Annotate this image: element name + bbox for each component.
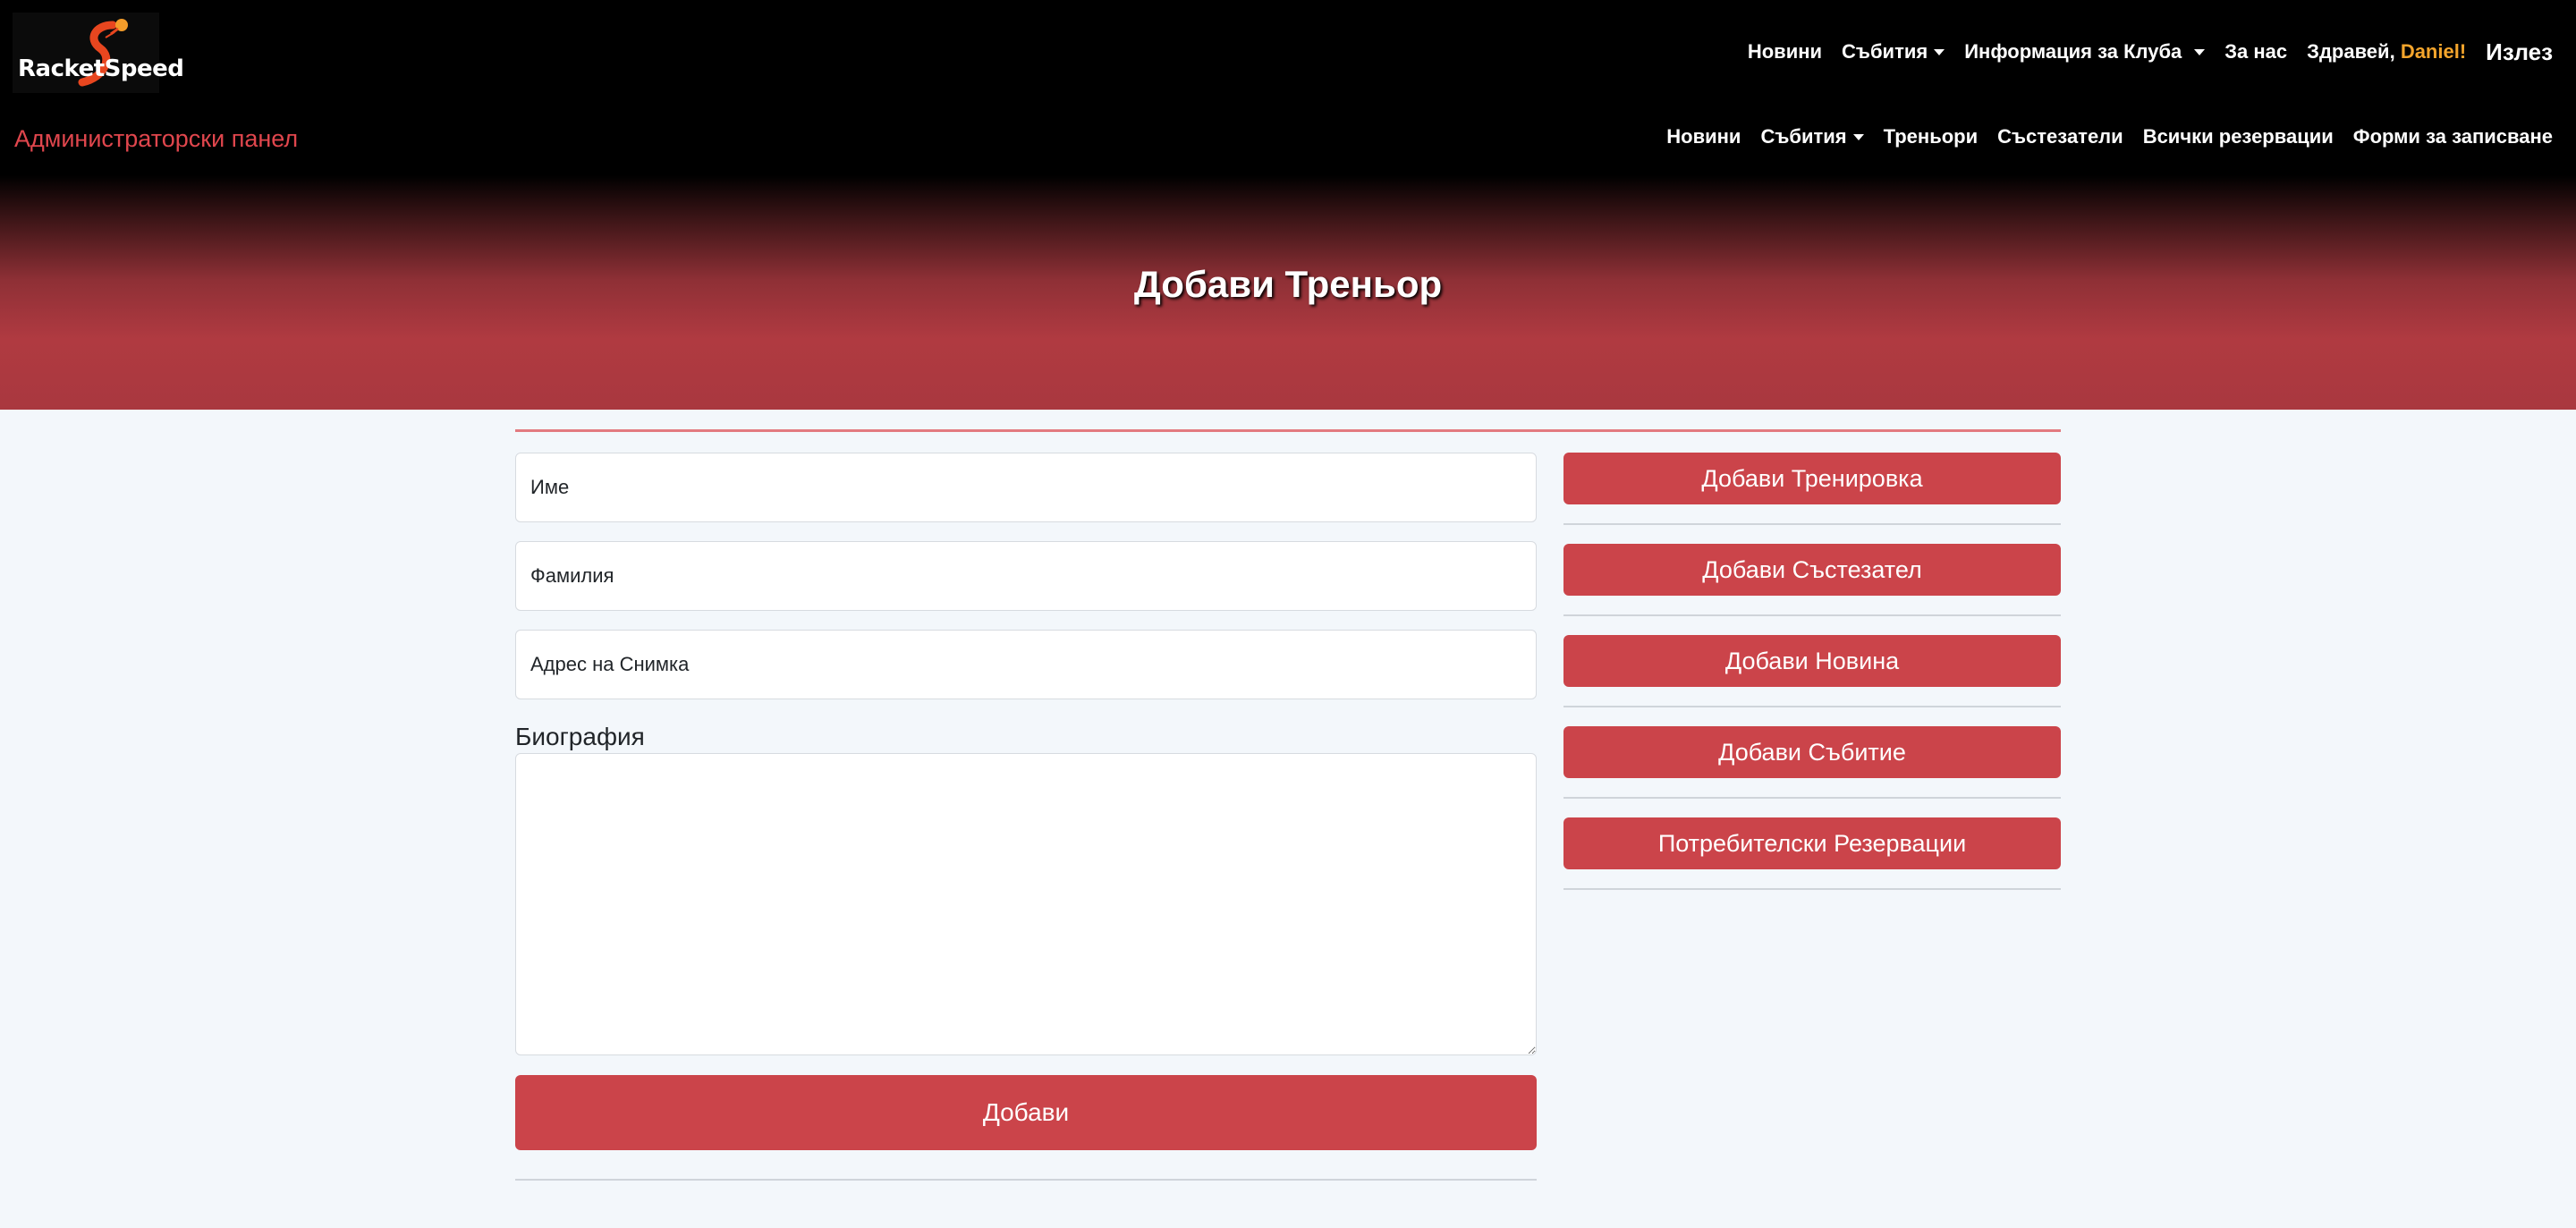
admin-nav-signup-forms[interactable]: Форми за записване (2353, 125, 2553, 148)
photo-url-field[interactable] (515, 630, 1537, 699)
admin-panel-title[interactable]: Администраторски панел (14, 125, 298, 153)
admin-nav-coaches-label: Треньори (1883, 125, 1979, 148)
top-nav-news-label: Новини (1747, 40, 1823, 63)
admin-nav-news-label: Новини (1666, 125, 1741, 148)
logout-link[interactable]: Излез (2486, 38, 2553, 66)
top-nav-events-dropdown[interactable]: Събития (1842, 40, 1945, 64)
form-divider (515, 1179, 1537, 1181)
admin-nav-links: Новини Събития Треньори Състезатели Всич… (1647, 125, 2553, 148)
top-nav-links: Новини Събития Информация за Клуба За на… (1728, 36, 2553, 68)
biography-textarea[interactable] (515, 753, 1537, 1055)
admin-nav-competitors-label: Състезатели (1997, 125, 2123, 148)
top-nav-about-label: За нас (2224, 40, 2288, 63)
top-navbar: RacketSpeed Новини Събития Информация за… (0, 0, 2576, 106)
admin-nav-coaches[interactable]: Треньори (1884, 125, 1979, 148)
caret-down-icon (2194, 48, 2206, 55)
biography-label: Биография (515, 723, 645, 750)
section-divider (515, 429, 2061, 432)
top-nav-about[interactable]: За нас (2224, 40, 2287, 64)
admin-nav-all-reservations[interactable]: Всички резервации (2143, 125, 2334, 148)
sidebar-divider (1563, 523, 2061, 525)
hero-banner: Добави Треньор (0, 175, 2576, 410)
caret-down-icon (1852, 133, 1864, 140)
add-training-button[interactable]: Добави Тренировка (1563, 453, 2061, 504)
user-greeting: Здравей, Daniel! (2307, 40, 2466, 64)
sidebar-divider (1563, 706, 2061, 707)
first-name-field[interactable] (515, 453, 1537, 522)
admin-nav-events-dropdown[interactable]: Събития (1760, 125, 1864, 148)
add-event-button[interactable]: Добави Събитие (1563, 726, 2061, 778)
brand-logo[interactable]: RacketSpeed (13, 13, 184, 93)
sidebar-divider (1563, 888, 2061, 890)
greeting-text: Здравей, (2307, 40, 2395, 63)
add-button[interactable]: Добави (515, 1075, 1537, 1150)
user-reservations-button[interactable]: Потребителски Резервации (1563, 817, 2061, 869)
admin-nav-events-label: Събития (1760, 125, 1847, 148)
add-news-button[interactable]: Добави Новина (1563, 635, 2061, 687)
caret-down-icon (1934, 48, 1945, 55)
admin-nav-news[interactable]: Новини (1666, 125, 1741, 148)
admin-navbar: Администраторски панел Новини Събития Тр… (0, 106, 2576, 175)
top-nav-events-label: Събития (1842, 40, 1928, 63)
top-nav-club-info-dropdown[interactable]: Информация за Клуба (1964, 40, 2206, 64)
sidebar-divider (1563, 797, 2061, 799)
user-name: Daniel! (2400, 40, 2467, 63)
brand-logo-text: RacketSpeed (18, 55, 184, 82)
admin-nav-competitors[interactable]: Състезатели (1997, 125, 2123, 148)
admin-nav-signup-forms-label: Форми за записване (2352, 125, 2553, 148)
admin-nav-all-reservations-label: Всички резервации (2142, 125, 2334, 148)
top-nav-news[interactable]: Новини (1748, 40, 1822, 64)
sidebar-divider (1563, 614, 2061, 616)
page-title: Добави Треньор (1133, 263, 1443, 305)
add-competitor-button[interactable]: Добави Състезател (1563, 544, 2061, 596)
top-nav-club-info-label: Информация за Клуба (1964, 40, 2182, 63)
last-name-field[interactable] (515, 541, 1537, 611)
